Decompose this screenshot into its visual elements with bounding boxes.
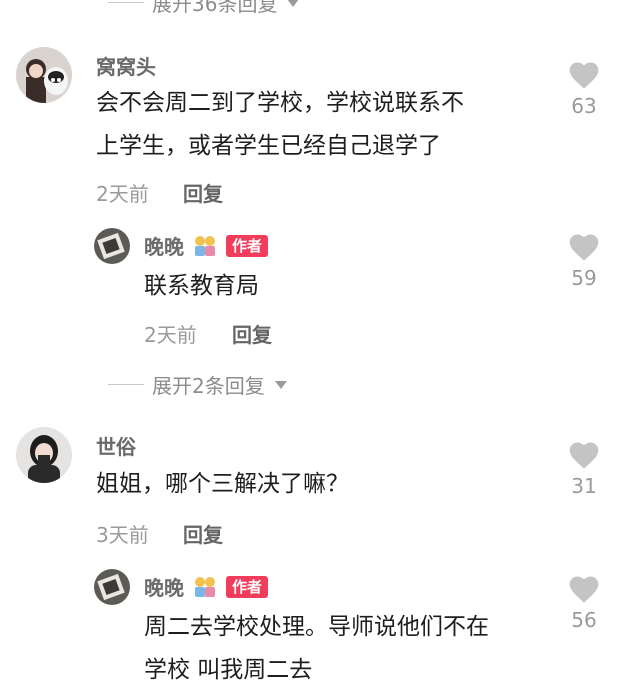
expand-label: 展开2条回复	[152, 374, 265, 398]
comment-time: 3天前	[96, 523, 149, 547]
avatar[interactable]	[16, 427, 72, 483]
divider-line	[108, 384, 144, 385]
like-button[interactable]: 63	[564, 60, 604, 118]
like-count: 31	[571, 474, 597, 498]
heart-icon	[569, 234, 599, 261]
avatar[interactable]	[16, 47, 72, 103]
author-avatar-image	[94, 228, 130, 264]
like-count: 59	[571, 266, 597, 290]
reply-button[interactable]: 回复	[183, 519, 223, 548]
reply-text-line: 联系教育局	[144, 273, 259, 299]
reply-username[interactable]: 晚晚	[144, 572, 184, 601]
heart-icon	[569, 62, 599, 89]
reply-text: 联系教育局	[144, 265, 259, 308]
reply-button[interactable]: 回复	[232, 319, 272, 348]
heart-icon	[569, 576, 599, 603]
avatar[interactable]	[94, 569, 130, 605]
avatar[interactable]	[94, 228, 130, 264]
like-button[interactable]: 56	[564, 574, 604, 632]
author-badge: 作者	[226, 234, 269, 257]
reply-username[interactable]: 晚晚	[144, 231, 184, 260]
user-avatar-image	[16, 47, 72, 103]
expand-label: 展开36条回复	[152, 0, 278, 16]
reply-text: 周二去学校处理。导师说他们不在 学校 叫我周二去	[144, 606, 564, 692]
reply-header: 晚晚 作者	[144, 231, 269, 260]
like-count: 63	[571, 94, 597, 118]
author-badge: 作者	[226, 575, 269, 598]
reply-header: 晚晚 作者	[144, 572, 269, 601]
comment-time: 2天前	[96, 182, 149, 206]
chevron-down-icon	[274, 380, 287, 389]
reply-text-line: 学校 叫我周二去	[144, 657, 313, 683]
like-button[interactable]: 59	[564, 232, 604, 290]
reply-button[interactable]: 回复	[183, 178, 223, 207]
like-button[interactable]: 31	[564, 440, 604, 498]
couple-emoji-icon	[195, 576, 215, 597]
comment-username[interactable]: 世俗	[96, 431, 136, 460]
user-avatar-image	[16, 427, 72, 483]
expand-replies[interactable]: 展开2条回复	[108, 370, 287, 399]
comment-text-line: 会不会周二到了学校，学校说联系不	[96, 90, 464, 116]
author-avatar-image	[94, 569, 130, 605]
comment-text-line: 姐姐，哪个三解决了嘛？	[96, 471, 349, 497]
comment-text: 姐姐，哪个三解决了嘛？	[96, 463, 556, 506]
expand-replies-top[interactable]: 展开36条回复	[108, 0, 300, 17]
chevron-down-icon	[287, 0, 300, 7]
couple-emoji-icon	[195, 235, 215, 256]
comment-text-line: 上学生，或者学生已经自己退学了	[96, 133, 441, 159]
like-count: 56	[571, 608, 597, 632]
reply-text-line: 周二去学校处理。导师说他们不在	[144, 614, 489, 640]
reply-time: 2天前	[144, 323, 197, 347]
comment-text: 会不会周二到了学校，学校说联系不 上学生，或者学生已经自己退学了	[96, 82, 556, 168]
divider-line	[108, 2, 144, 3]
comment-username[interactable]: 窝窝头	[96, 51, 156, 80]
heart-icon	[569, 442, 599, 469]
